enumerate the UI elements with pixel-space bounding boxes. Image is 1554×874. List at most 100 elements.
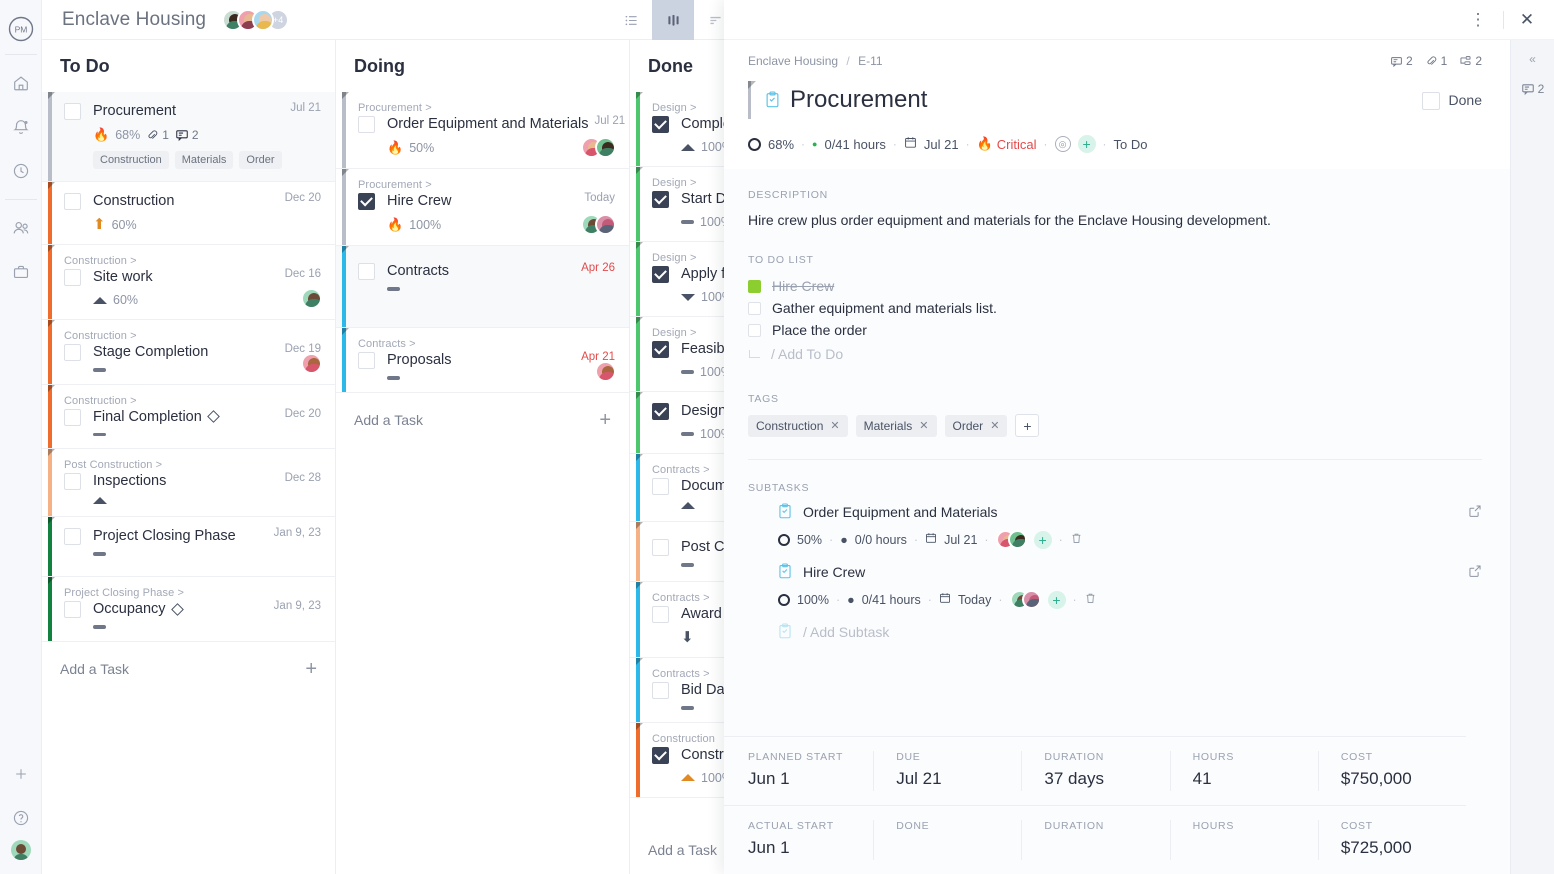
- meta-progress[interactable]: 68%: [768, 137, 794, 152]
- avatar[interactable]: [595, 360, 616, 382]
- description-text[interactable]: Hire crew plus order equipment and mater…: [748, 210, 1482, 230]
- task-checkbox[interactable]: [64, 528, 81, 545]
- tag-chip[interactable]: Order ✕: [944, 414, 1008, 437]
- panel-task-title[interactable]: Procurement: [790, 86, 927, 114]
- task-checkbox[interactable]: [652, 403, 669, 420]
- task-card[interactable]: Project Closing Phase > Occupancy Jan 9,…: [42, 577, 335, 642]
- task-card[interactable]: Procurement Jul 21 🔥 68% 1 2 Constructio…: [42, 92, 335, 182]
- todo-checkbox[interactable]: [748, 301, 761, 315]
- tag[interactable]: Order: [239, 151, 282, 169]
- meta-hours[interactable]: 0/41 hours: [824, 137, 885, 152]
- plus-icon[interactable]: [0, 752, 42, 796]
- todo-checkbox[interactable]: [748, 323, 761, 337]
- task-assignees[interactable]: [595, 360, 616, 382]
- task-checkbox[interactable]: [652, 606, 669, 623]
- delete-subtask-icon[interactable]: [1084, 592, 1097, 608]
- meta-priority[interactable]: 🔥 Critical: [977, 136, 1037, 152]
- task-card[interactable]: Procurement > Order Equipment and Materi…: [336, 92, 629, 169]
- task-checkbox[interactable]: [652, 478, 669, 495]
- task-card[interactable]: Post Construction > Inspections Dec 28: [42, 449, 335, 517]
- task-card[interactable]: Procurement > Hire Crew Today 🔥 100%: [336, 169, 629, 246]
- subtask-assignees[interactable]: [1009, 590, 1041, 609]
- task-checkbox[interactable]: [652, 116, 669, 133]
- avatar[interactable]: [1007, 530, 1027, 549]
- help-icon[interactable]: [0, 796, 42, 840]
- task-checkbox[interactable]: [64, 601, 81, 618]
- meta-status[interactable]: To Do: [1114, 137, 1148, 152]
- subtask-assignees[interactable]: [995, 530, 1027, 549]
- tag[interactable]: Construction: [93, 151, 169, 169]
- member-avatars[interactable]: +4: [222, 8, 290, 31]
- metric-value[interactable]: [1044, 838, 1169, 860]
- remove-tag-icon[interactable]: ✕: [919, 419, 928, 432]
- done-toggle[interactable]: Done: [1421, 91, 1482, 110]
- delete-subtask-icon[interactable]: [1070, 532, 1083, 548]
- subtask-item[interactable]: Order Equipment and Materials 50% · ● 0/…: [756, 503, 1482, 549]
- task-checkbox[interactable]: [64, 344, 81, 361]
- task-checkbox[interactable]: [652, 746, 669, 764]
- metric-value[interactable]: [1193, 838, 1318, 860]
- avatar[interactable]: [252, 8, 275, 31]
- people-icon[interactable]: [0, 206, 42, 250]
- task-card[interactable]: Contracts > Proposals Apr 21: [336, 328, 629, 393]
- task-assignees[interactable]: [301, 352, 322, 374]
- comment-count[interactable]: 2: [1390, 54, 1413, 68]
- task-checkbox[interactable]: [64, 269, 81, 286]
- task-checkbox[interactable]: [64, 473, 81, 490]
- list-view-button[interactable]: [610, 0, 652, 40]
- task-checkbox[interactable]: [652, 682, 669, 699]
- task-assignees[interactable]: [581, 137, 616, 158]
- task-card[interactable]: Contracts Apr 26: [336, 246, 629, 328]
- task-card[interactable]: Construction > Stage Completion Dec 19: [42, 320, 335, 385]
- task-assignees[interactable]: [301, 288, 322, 309]
- plus-icon[interactable]: +: [305, 658, 317, 681]
- metric-value[interactable]: Jun 1: [748, 838, 873, 860]
- add-assignee-button[interactable]: +: [1033, 530, 1052, 549]
- metric-value[interactable]: 41: [1193, 769, 1318, 791]
- breadcrumb-project[interactable]: Enclave Housing: [748, 54, 838, 68]
- task-checkbox[interactable]: [652, 191, 669, 208]
- metric-value[interactable]: $750,000: [1341, 769, 1466, 791]
- task-card[interactable]: Project Closing Phase Jan 9, 23: [42, 517, 335, 577]
- open-subtask-icon[interactable]: [1468, 504, 1482, 521]
- add-assignee-button[interactable]: +: [1047, 590, 1066, 609]
- add-todo-button[interactable]: / Add To Do: [749, 341, 1482, 367]
- avatar[interactable]: [595, 137, 616, 158]
- task-assignees[interactable]: [581, 214, 616, 235]
- comments-count-side[interactable]: 2: [1521, 82, 1544, 96]
- task-card[interactable]: Construction > Site work Dec 16 60%: [42, 245, 335, 320]
- task-checkbox[interactable]: [64, 193, 81, 210]
- plus-icon[interactable]: +: [599, 409, 611, 432]
- task-checkbox[interactable]: [358, 352, 375, 369]
- add-task-button[interactable]: Add a Task +: [42, 642, 335, 697]
- account-avatar[interactable]: [10, 840, 31, 860]
- task-card[interactable]: Construction Dec 20 ⬆ 60%: [42, 182, 335, 245]
- tag-chip[interactable]: Construction ✕: [748, 414, 848, 437]
- kanban-view-button[interactable]: [652, 0, 694, 40]
- collapse-icon[interactable]: «: [1529, 52, 1536, 66]
- metric-value[interactable]: Jul 21: [896, 769, 1021, 791]
- attachment-count[interactable]: 1: [1425, 54, 1447, 68]
- add-subtask-button[interactable]: / Add Subtask: [778, 623, 1482, 641]
- avatar[interactable]: [595, 214, 616, 235]
- task-checkbox[interactable]: [358, 263, 375, 280]
- todo-item[interactable]: Place the order: [748, 319, 1482, 341]
- close-icon[interactable]: ✕: [1514, 7, 1540, 33]
- tag[interactable]: Materials: [174, 151, 234, 169]
- task-checkbox[interactable]: [358, 116, 375, 133]
- add-tag-button[interactable]: +: [1015, 414, 1040, 437]
- avatar[interactable]: [301, 288, 322, 309]
- open-subtask-icon[interactable]: [1468, 564, 1482, 581]
- subtask-item[interactable]: Hire Crew 100% · ● 0/41 hours · Today · …: [756, 563, 1482, 609]
- remove-tag-icon[interactable]: ✕: [830, 419, 839, 432]
- more-options-icon[interactable]: ⋮: [1463, 5, 1493, 35]
- done-checkbox[interactable]: [1421, 91, 1440, 110]
- task-checkbox[interactable]: [64, 408, 81, 426]
- briefcase-icon[interactable]: [0, 250, 42, 294]
- avatar[interactable]: [1021, 590, 1041, 609]
- metric-value[interactable]: [896, 838, 1021, 860]
- app-logo[interactable]: PM: [0, 10, 42, 48]
- task-checkbox[interactable]: [652, 266, 669, 283]
- assign-user-icon[interactable]: ◎: [1054, 136, 1071, 152]
- subtask-name[interactable]: Hire Crew: [803, 564, 865, 580]
